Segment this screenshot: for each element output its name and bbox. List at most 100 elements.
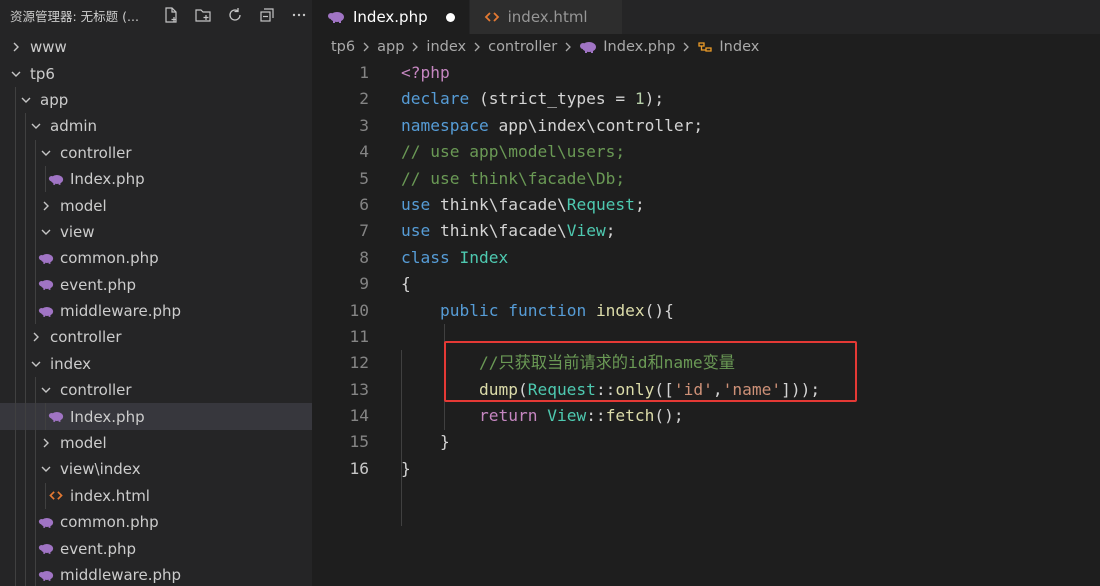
tree-indent-guide bbox=[15, 165, 16, 193]
tree-file[interactable]: Index.php bbox=[0, 165, 312, 193]
code-text: class Index bbox=[401, 245, 508, 271]
breadcrumb-item[interactable]: tp6 bbox=[331, 39, 355, 55]
code-line: 8 class Index bbox=[313, 245, 1100, 271]
code-token: ; bbox=[605, 221, 616, 241]
new-file-icon[interactable] bbox=[160, 4, 182, 26]
tree-file[interactable]: common.php bbox=[0, 509, 312, 536]
php-elephant-icon bbox=[38, 250, 54, 266]
tree-folder[interactable]: app bbox=[0, 86, 312, 114]
code-token: fetch bbox=[605, 406, 655, 426]
file-tree: www tp6 app admin controller Index.php model vi… bbox=[0, 34, 312, 586]
code-editor[interactable]: 1 <?php 2 declare (strict_types = 1); 3 names… bbox=[313, 60, 1100, 526]
code-token: ); bbox=[644, 89, 665, 109]
tree-file[interactable]: index.html bbox=[0, 482, 312, 510]
breadcrumb-item[interactable]: Index.php bbox=[603, 39, 675, 55]
collapse-all-icon[interactable] bbox=[256, 4, 278, 26]
tree-indent-guide bbox=[25, 350, 26, 378]
tree-file[interactable]: middleware.php bbox=[0, 561, 312, 586]
tree-indent-guide bbox=[25, 535, 26, 562]
code-token: app\index\controller; bbox=[488, 115, 704, 135]
line-number: 13 bbox=[349, 379, 370, 399]
breadcrumb-item[interactable]: app bbox=[377, 39, 404, 55]
explorer-actions bbox=[160, 4, 310, 26]
tree-indent-guide bbox=[35, 429, 36, 457]
tree-indent-guide bbox=[25, 377, 26, 404]
code-token: // use think\facade\Db; bbox=[401, 168, 626, 188]
code-token: use bbox=[401, 221, 431, 241]
tree-indent-guide bbox=[35, 271, 36, 298]
code-token: think\facade\ bbox=[430, 221, 567, 241]
tab-index-html[interactable]: index.html bbox=[469, 0, 623, 34]
breadcrumb-item[interactable]: index bbox=[426, 39, 466, 55]
tree-folder[interactable]: view bbox=[0, 218, 312, 246]
code-line: 15 } bbox=[313, 429, 1100, 455]
php-elephant-icon bbox=[38, 514, 54, 530]
tree-item-label: index.html bbox=[70, 486, 150, 505]
code-line: 6 use think\facade\Request; bbox=[313, 192, 1100, 218]
code-line: 16} bbox=[313, 456, 1100, 482]
tree-item-label: app bbox=[40, 90, 69, 109]
code-token: index bbox=[595, 300, 645, 320]
tree-indent-guide bbox=[25, 561, 26, 586]
code-token: public bbox=[439, 300, 499, 320]
line-number: 7 bbox=[359, 221, 369, 241]
php-elephant-icon bbox=[38, 303, 54, 319]
chevron-right-icon bbox=[472, 41, 482, 53]
tree-indent-guide bbox=[15, 509, 16, 536]
tree-file[interactable]: event.php bbox=[0, 535, 312, 562]
code-text: { bbox=[401, 271, 411, 297]
tree-folder[interactable]: controller bbox=[0, 377, 312, 404]
new-folder-icon[interactable] bbox=[192, 4, 214, 26]
line-number: 15 bbox=[349, 432, 370, 452]
chevron-right-icon bbox=[28, 329, 44, 345]
tree-folder[interactable]: www bbox=[0, 34, 312, 60]
tree-indent-guide bbox=[25, 456, 26, 483]
tab-index-php[interactable]: Index.php bbox=[313, 0, 470, 34]
code-token: :: bbox=[586, 406, 606, 426]
code-text: namespace app\index\controller; bbox=[401, 113, 703, 139]
code-token: Request bbox=[566, 194, 635, 214]
tree-indent-guide bbox=[25, 165, 26, 193]
chevron-right-icon bbox=[681, 41, 691, 53]
line-number: 16 bbox=[349, 458, 370, 478]
tree-indent-guide bbox=[15, 482, 16, 510]
tree-folder[interactable]: model bbox=[0, 192, 312, 219]
tree-indent-guide bbox=[15, 324, 16, 351]
explorer-header: 资源管理器: 无标题 (... bbox=[0, 0, 312, 30]
code-token: 1 bbox=[634, 89, 645, 109]
tree-folder[interactable]: model bbox=[0, 429, 312, 457]
tree-indent-guide bbox=[35, 297, 36, 325]
tab-label: index.html bbox=[507, 8, 588, 26]
unsaved-dot-icon[interactable] bbox=[445, 12, 455, 22]
breadcrumb-item[interactable]: Index bbox=[719, 39, 759, 55]
tree-folder[interactable]: view\index bbox=[0, 456, 312, 483]
line-number: 9 bbox=[359, 274, 369, 294]
tree-item-label: common.php bbox=[60, 513, 159, 532]
tree-indent-guide bbox=[35, 456, 36, 483]
tree-file[interactable]: event.php bbox=[0, 271, 312, 298]
tree-indent-guide bbox=[15, 297, 16, 325]
refresh-icon[interactable] bbox=[224, 4, 246, 26]
more-actions-icon[interactable] bbox=[288, 4, 310, 26]
tree-folder[interactable]: tp6 bbox=[0, 60, 312, 86]
tree-file[interactable]: Index.php bbox=[0, 403, 312, 430]
breadcrumb-item[interactable]: controller bbox=[488, 39, 557, 55]
tree-indent-guide bbox=[15, 377, 16, 404]
tree-indent-guide bbox=[15, 113, 16, 140]
tree-folder[interactable]: controller bbox=[0, 324, 312, 351]
tree-folder[interactable]: admin bbox=[0, 113, 312, 140]
tree-folder[interactable]: controller bbox=[0, 139, 312, 166]
tree-item-label: Index.php bbox=[70, 170, 145, 189]
html-brackets-icon bbox=[484, 10, 500, 24]
code-line: 7 use think\facade\View; bbox=[313, 218, 1100, 244]
code-token: class bbox=[401, 247, 450, 267]
tree-indent-guide bbox=[25, 271, 26, 298]
tree-file[interactable]: common.php bbox=[0, 245, 312, 272]
chevron-down-icon bbox=[28, 356, 44, 372]
tree-item-label: controller bbox=[60, 381, 132, 400]
chevron-right-icon bbox=[38, 198, 54, 214]
tree-file[interactable]: middleware.php bbox=[0, 297, 312, 325]
tree-indent-guide bbox=[15, 535, 16, 562]
tree-folder[interactable]: index bbox=[0, 350, 312, 378]
